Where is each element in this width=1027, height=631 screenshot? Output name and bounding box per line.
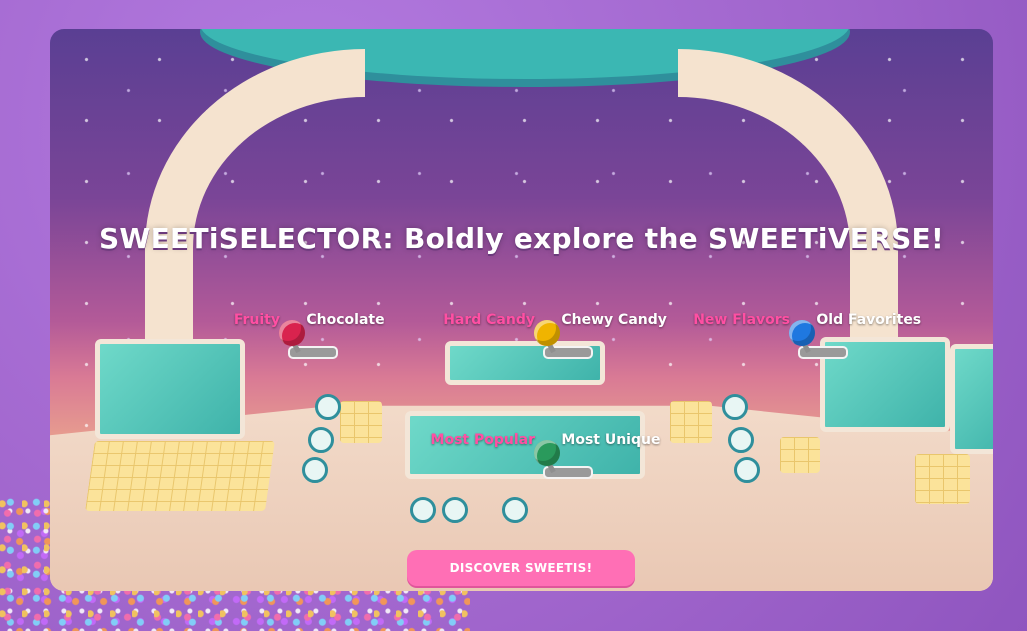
lever-left-label: New Flavors	[693, 312, 790, 328]
page-frame: SWEETiSELECTOR: Boldly explore the SWEET…	[0, 0, 1027, 631]
gauge-dial	[502, 497, 528, 523]
lever-hard-chewy[interactable]: Hard Candy Chewy Candy	[427, 312, 667, 372]
page-title: SWEETiSELECTOR: Boldly explore the SWEET…	[98, 222, 945, 255]
gauge-dial	[722, 394, 748, 420]
keypad-left	[85, 441, 275, 511]
lever-knob[interactable]	[534, 440, 560, 466]
gauge-dial	[442, 497, 468, 523]
lever-fruity-chocolate[interactable]: Fruity Chocolate	[172, 312, 412, 372]
lever-left-label: Hard Candy	[443, 312, 535, 328]
lever-right-label: Old Favorites	[816, 312, 922, 328]
lever-knob[interactable]	[789, 320, 815, 346]
lever-knob[interactable]	[534, 320, 560, 346]
gauge-dial	[302, 457, 328, 483]
gauge-dial	[734, 457, 760, 483]
keypad-right-2	[915, 454, 970, 504]
lever-right-label: Chocolate	[306, 312, 385, 328]
discover-sweetis-button[interactable]: DISCOVER SWEETIS!	[407, 550, 635, 586]
lever-new-old[interactable]: New Flavors Old Favorites	[682, 312, 922, 372]
lever-popular-unique[interactable]: Most Popular Most Unique	[427, 432, 667, 492]
lever-left-label: Most Popular	[430, 432, 535, 448]
lever-right-label: Most Unique	[561, 432, 661, 448]
keypad-small-left	[340, 401, 382, 443]
lever-left-label: Fruity	[233, 312, 280, 328]
lever-right-label: Chewy Candy	[561, 312, 667, 328]
gauge-dial	[315, 394, 341, 420]
monitor-far-right	[950, 344, 993, 454]
lever-knob[interactable]	[279, 320, 305, 346]
gauge-dial	[728, 427, 754, 453]
gauge-dial	[308, 427, 334, 453]
spaceship-cockpit-scene: SWEETiSELECTOR: Boldly explore the SWEET…	[50, 29, 993, 591]
keypad-right-1	[780, 437, 820, 473]
keypad-small-right	[670, 401, 712, 443]
gauge-dial	[410, 497, 436, 523]
